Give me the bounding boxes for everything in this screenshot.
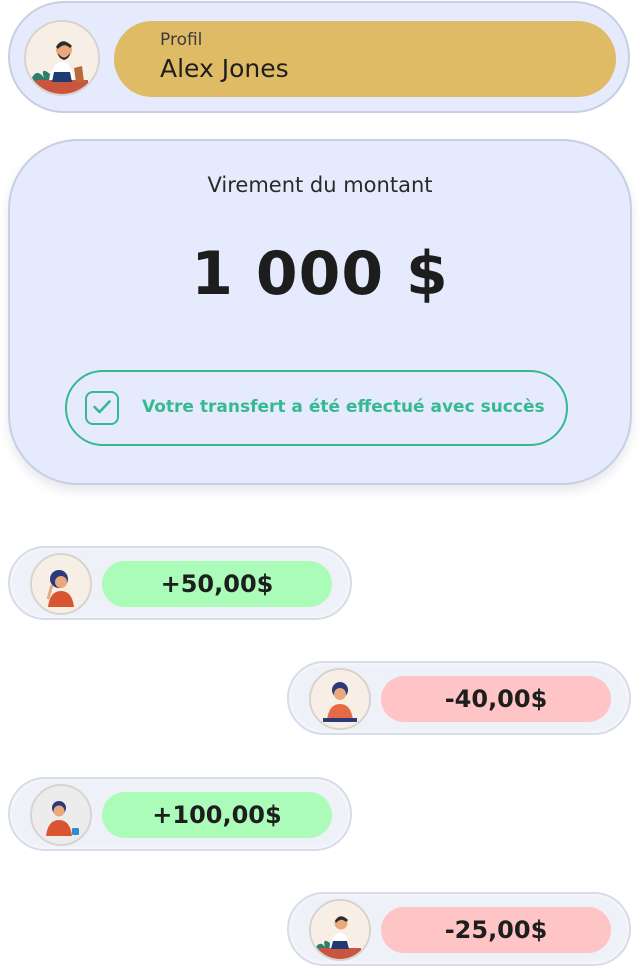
woman-avatar-icon — [309, 668, 371, 730]
transfer-title: Virement du montant — [207, 173, 433, 197]
profile-name: Alex Jones — [160, 54, 289, 83]
check-icon — [85, 391, 119, 425]
transaction-item[interactable]: +100,00$ — [8, 777, 352, 851]
transaction-item[interactable]: -40,00$ — [287, 661, 631, 735]
success-message: Votre transfert a été effectué avec succ… — [142, 397, 545, 417]
transaction-item[interactable]: +50,00$ — [8, 546, 352, 620]
transfer-screen: Profil Alex Jones Virement du montant 1 … — [0, 0, 640, 969]
man-avatar-icon — [30, 784, 92, 846]
transfer-amount: 1 000 $ — [191, 239, 449, 309]
transaction-amount: +50,00$ — [102, 561, 332, 607]
transfer-card: Virement du montant 1 000 $ Votre transf… — [8, 139, 632, 485]
transaction-amount: -25,00$ — [381, 907, 611, 953]
person-avatar-icon — [309, 899, 371, 961]
profile-pill[interactable]: Profil Alex Jones — [114, 21, 616, 97]
profile-label: Profil — [160, 30, 203, 50]
profile-card[interactable]: Profil Alex Jones — [8, 1, 630, 113]
transaction-amount: -40,00$ — [381, 676, 611, 722]
transaction-item[interactable]: -25,00$ — [287, 892, 631, 966]
person-avatar-icon — [24, 20, 100, 96]
transaction-amount: +100,00$ — [102, 792, 332, 838]
woman-avatar-icon — [30, 553, 92, 615]
success-banner: Votre transfert a été effectué avec succ… — [65, 370, 568, 446]
